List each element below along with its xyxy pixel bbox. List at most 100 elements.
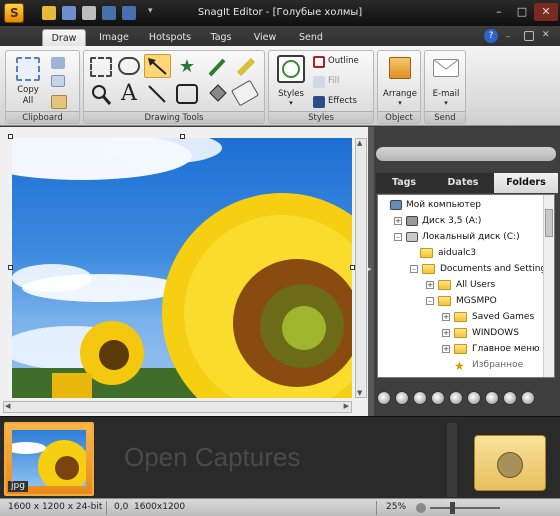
status-separator [376,501,377,515]
copy-icon[interactable] [51,75,65,87]
tab-library-folders[interactable]: Folders [494,173,558,193]
fill-tool-icon[interactable] [206,83,228,105]
pen-tool-icon[interactable] [206,56,228,78]
text-tool-icon[interactable]: A [118,81,140,107]
resize-handle-top[interactable] [180,134,185,139]
object-group: Arrange ▾ Object [377,50,421,124]
outline-button[interactable]: Outline [313,55,373,69]
capture-thumbnail[interactable]: jpg [4,422,94,496]
scroll-left-icon[interactable]: ◀ [5,402,10,410]
tree-scroll-thumb[interactable] [545,209,553,237]
ribbon-close-icon[interactable]: ✕ [542,30,552,40]
expand-icon[interactable]: + [442,329,450,337]
magnifier-tool-icon[interactable] [90,83,112,107]
expand-icon[interactable]: + [426,281,434,289]
cut-icon[interactable] [51,57,65,69]
tab-library-tags[interactable]: Tags [376,173,432,193]
tree-scrollbar[interactable] [543,195,554,377]
tree-node-label: Локальный диск (C:) [422,232,520,242]
zoom-slider[interactable] [430,502,500,514]
collapse-icon[interactable]: – [410,265,418,273]
folder-icon [438,280,451,290]
zoom-slider-thumb[interactable] [450,502,455,514]
scroll-up-icon[interactable]: ▲ [357,139,362,147]
folder-tree[interactable]: Мой компьютер + Диск 3,5 (A:) – Локальны… [377,194,555,378]
tree-node-label: All Users [456,280,496,290]
title-bar: ▾ SnagIt Editor - [Голубые холмы] – □ ✕ [0,0,560,26]
paste-icon[interactable] [51,95,67,109]
ribbon-restore-icon[interactable] [524,31,534,41]
help-icon[interactable]: ? [484,29,498,43]
tab-draw[interactable]: Draw [42,29,86,46]
ribbon-minimize-icon[interactable]: – [506,32,516,41]
selection-tool-icon[interactable] [90,57,112,77]
fill-button[interactable]: Fill [313,75,373,89]
tray-scroll-handle[interactable] [447,423,457,497]
tab-image[interactable]: Image [92,29,136,46]
styles-dropdown-icon: ▾ [289,99,293,107]
check-tag-icon[interactable] [503,391,517,405]
resize-handle-top-left[interactable] [8,134,13,139]
tab-hotspots[interactable]: Hotspots [144,29,196,46]
smile-tag-icon[interactable] [431,391,445,405]
tab-view[interactable]: View [248,29,282,46]
callout-tool-icon[interactable] [118,57,140,75]
expand-icon[interactable]: + [442,313,450,321]
minimize-button[interactable]: – [488,3,510,21]
shape-tool-icon[interactable] [176,84,198,104]
collapse-icon[interactable]: – [426,297,434,305]
copy-all-button[interactable]: Copy All [10,55,46,109]
tab-library-dates[interactable]: Dates [434,173,492,193]
expand-icon[interactable]: + [394,217,402,225]
email-button[interactable]: E-mail ▾ [426,53,466,111]
star-tag-icon[interactable] [395,391,409,405]
zoom-out-icon[interactable] [416,503,426,513]
thumbnail-format-label: jpg [8,481,28,492]
favorite-tag-icon[interactable] [521,391,535,405]
effects-label: Effects [328,96,357,106]
styles-icon [277,55,305,83]
folder-icon [454,328,467,338]
status-dimensions: 1600 x 1200 x 24-bit [8,502,103,512]
expand-icon[interactable]: + [442,345,450,353]
stamp-tool-icon[interactable]: ★ [176,56,198,78]
horizontal-scrollbar[interactable]: ◀ ▶ [3,401,352,413]
drawing-tools-group: ★ A Drawing Tools [83,50,265,124]
outline-icon [313,56,325,68]
vertical-scrollbar[interactable]: ▲ ▼ [355,138,367,398]
flag-tag-icon[interactable] [377,391,391,405]
effects-icon [313,96,325,108]
capture-image[interactable] [12,138,352,398]
canvas-area[interactable]: ◀ ▶ ▲ ▼ [0,127,370,416]
question-tag-icon[interactable] [413,391,427,405]
arrange-button[interactable]: Arrange ▾ [380,53,420,111]
tab-tags[interactable]: Tags [204,29,238,46]
dollar-tag-icon[interactable] [467,391,481,405]
highlighter-tool-icon[interactable] [234,56,258,78]
styles-label: Styles [278,89,304,99]
heart-tag-icon[interactable] [449,391,463,405]
collapse-icon[interactable]: – [394,233,402,241]
tab-send[interactable]: Send [292,29,330,46]
styles-button[interactable]: Styles ▾ [272,53,310,111]
scroll-down-icon[interactable]: ▼ [357,389,362,397]
close-button[interactable]: ✕ [534,3,558,21]
effects-button[interactable]: Effects [313,95,373,109]
exclamation-tag-icon[interactable] [485,391,499,405]
fill-icon [313,76,325,88]
status-coords: 0,0 [114,502,129,512]
line-tool-icon[interactable] [146,83,168,105]
status-separator [106,501,107,515]
eraser-tool-icon[interactable] [230,79,260,107]
resize-handle-left[interactable] [8,265,13,270]
email-dropdown-icon: ▾ [444,99,448,107]
maximize-button[interactable]: □ [511,3,533,21]
scroll-right-icon[interactable]: ▶ [344,402,349,410]
thumbnail-image [12,430,86,486]
drawing-tools-group-label: Drawing Tools [84,111,264,123]
open-library-folder-icon[interactable] [474,435,546,491]
arrow-tool-icon[interactable] [144,54,171,78]
library-panel: Tags Dates Folders Мой компьютер + Диск … [374,127,560,416]
panel-search-bar[interactable] [376,147,556,161]
zoom-level: 25% [386,502,407,512]
